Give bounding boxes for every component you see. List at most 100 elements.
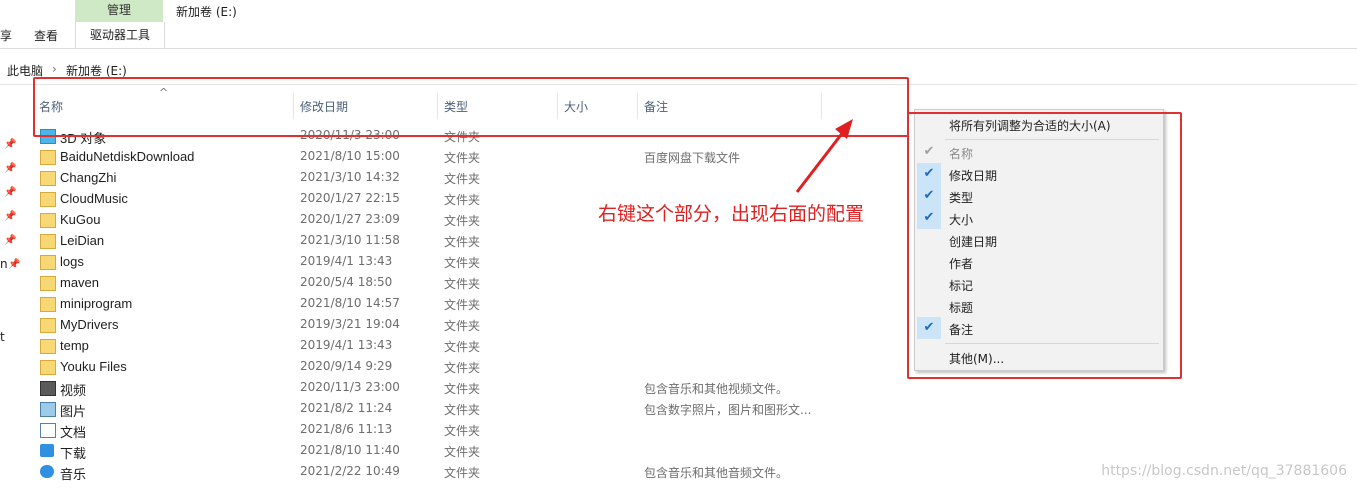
- pin-icon: 📌: [4, 163, 17, 174]
- tab-share[interactable]: 享: [0, 27, 12, 44]
- file-type: 文件夹: [444, 424, 481, 438]
- file-row[interactable]: Youku Files 2020/9/14 9:29 文件夹: [35, 357, 835, 378]
- file-row[interactable]: 视频 2020/11/3 23:00 文件夹 包含音乐和其他视频文件。: [35, 378, 835, 399]
- breadcrumb-separator-icon: ›: [52, 62, 57, 76]
- highlight-box-menu: [907, 112, 1182, 379]
- folder-icon: [40, 276, 56, 291]
- file-type: 文件夹: [444, 445, 481, 459]
- file-date: 2019/3/21 19:04: [300, 317, 400, 331]
- file-name: maven: [60, 275, 100, 290]
- highlight-box-header: [33, 77, 909, 137]
- download-icon: [40, 444, 54, 457]
- pin-icon: 📌: [4, 235, 17, 246]
- nav-item-partial[interactable]: t: [0, 330, 5, 344]
- file-name: KuGou: [60, 212, 101, 227]
- file-date: 2020/5/4 18:50: [300, 275, 393, 289]
- file-row[interactable]: LeiDian 2021/3/10 11:58 文件夹: [35, 231, 835, 252]
- file-type: 文件夹: [444, 151, 481, 165]
- file-type: 文件夹: [444, 256, 481, 270]
- watermark: https://blog.csdn.net/qq_37881606: [1101, 463, 1347, 479]
- file-type: 文件夹: [444, 382, 481, 396]
- file-name: 音乐: [60, 467, 87, 482]
- folder-icon: [40, 255, 56, 270]
- folder-icon: [40, 318, 56, 333]
- file-date: 2020/1/27 23:09: [300, 212, 400, 226]
- file-row[interactable]: BaiduNetdiskDownload 2021/8/10 15:00 文件夹 百度…: [35, 147, 835, 168]
- file-date: 2021/8/10 14:57: [300, 296, 400, 310]
- file-note: 百度网盘下载文件: [644, 151, 741, 165]
- file-type: 文件夹: [444, 235, 481, 249]
- file-name: LeiDian: [60, 233, 105, 248]
- file-date: 2021/8/10 15:00: [300, 149, 400, 163]
- file-name: 下载: [60, 446, 87, 461]
- file-date: 2020/9/14 9:29: [300, 359, 393, 373]
- file-row[interactable]: maven 2020/5/4 18:50 文件夹: [35, 273, 835, 294]
- file-type: 文件夹: [444, 403, 481, 417]
- file-row[interactable]: 图片 2021/8/2 11:24 文件夹 包含数字照片，图片和图形文...: [35, 399, 835, 420]
- file-row[interactable]: MyDrivers 2019/3/21 19:04 文件夹: [35, 315, 835, 336]
- file-name: Youku Files: [60, 359, 127, 374]
- file-row[interactable]: miniprogram 2021/8/10 14:57 文件夹: [35, 294, 835, 315]
- video-icon: [40, 381, 56, 396]
- file-date: 2021/8/6 11:13: [300, 422, 393, 436]
- nav-item-partial[interactable]: n: [0, 257, 8, 271]
- file-date: 2021/8/2 11:24: [300, 401, 393, 415]
- file-type: 文件夹: [444, 298, 481, 312]
- file-date: 2019/4/1 13:43: [300, 254, 393, 268]
- file-date: 2021/2/22 10:49: [300, 464, 400, 478]
- file-name: 视频: [60, 383, 87, 398]
- file-name: 文档: [60, 425, 87, 440]
- file-note: 包含音乐和其他音频文件。: [644, 466, 789, 480]
- pin-icon: 📌: [4, 187, 17, 198]
- folder-icon: [40, 150, 56, 165]
- file-date: 2021/8/10 11:40: [300, 443, 400, 457]
- file-row[interactable]: 文档 2021/8/6 11:13 文件夹: [35, 420, 835, 441]
- folder-icon: [40, 360, 56, 375]
- file-note: 包含数字照片，图片和图形文...: [644, 403, 812, 417]
- file-name: MyDrivers: [60, 317, 119, 332]
- folder-icon: [40, 213, 56, 228]
- file-type: 文件夹: [444, 340, 481, 354]
- tab-view[interactable]: 查看: [34, 27, 58, 44]
- folder-icon: [40, 339, 56, 354]
- file-name: ChangZhi: [60, 170, 117, 185]
- tab-drive-tools[interactable]: 驱动器工具: [75, 22, 165, 48]
- file-name: logs: [60, 254, 84, 269]
- file-type: 文件夹: [444, 214, 481, 228]
- file-type: 文件夹: [444, 277, 481, 291]
- documents-icon: [40, 423, 56, 438]
- file-name: BaiduNetdiskDownload: [60, 149, 195, 164]
- file-name: CloudMusic: [60, 191, 128, 206]
- annotation-text: 右键这个部分，出现右面的配置: [598, 203, 865, 225]
- file-name: 图片: [60, 404, 87, 419]
- folder-icon: [40, 192, 56, 207]
- folder-icon: [40, 234, 56, 249]
- file-row[interactable]: temp 2019/4/1 13:43 文件夹: [35, 336, 835, 357]
- annotation-arrow-icon: [795, 119, 853, 193]
- file-date: 2020/1/27 22:15: [300, 191, 400, 205]
- folder-icon: [40, 171, 56, 186]
- file-date: 2021/3/10 11:58: [300, 233, 400, 247]
- file-date: 2019/4/1 13:43: [300, 338, 393, 352]
- pin-icon: 📌: [4, 211, 17, 222]
- file-row[interactable]: 音乐 2021/2/22 10:49 文件夹 包含音乐和其他音频文件。: [35, 462, 835, 483]
- file-row[interactable]: ChangZhi 2021/3/10 14:32 文件夹: [35, 168, 835, 189]
- file-note: 包含音乐和其他视频文件。: [644, 382, 789, 396]
- file-name: miniprogram: [60, 296, 133, 311]
- pin-icon: 📌: [8, 259, 21, 270]
- file-type: 文件夹: [444, 193, 481, 207]
- file-date: 2020/11/3 23:00: [300, 380, 400, 394]
- pin-icon: 📌: [4, 139, 17, 150]
- file-type: 文件夹: [444, 172, 481, 186]
- file-type: 文件夹: [444, 361, 481, 375]
- file-type: 文件夹: [444, 319, 481, 333]
- file-date: 2021/3/10 14:32: [300, 170, 400, 184]
- music-icon: [40, 465, 54, 478]
- folder-icon: [40, 297, 56, 312]
- ribbon-row: [0, 22, 1357, 49]
- file-row[interactable]: logs 2019/4/1 13:43 文件夹: [35, 252, 835, 273]
- pictures-icon: [40, 402, 56, 417]
- tab-manage[interactable]: 管理: [75, 0, 163, 22]
- file-row[interactable]: 下载 2021/8/10 11:40 文件夹: [35, 441, 835, 462]
- window-title: 新加卷 (E:): [176, 5, 237, 19]
